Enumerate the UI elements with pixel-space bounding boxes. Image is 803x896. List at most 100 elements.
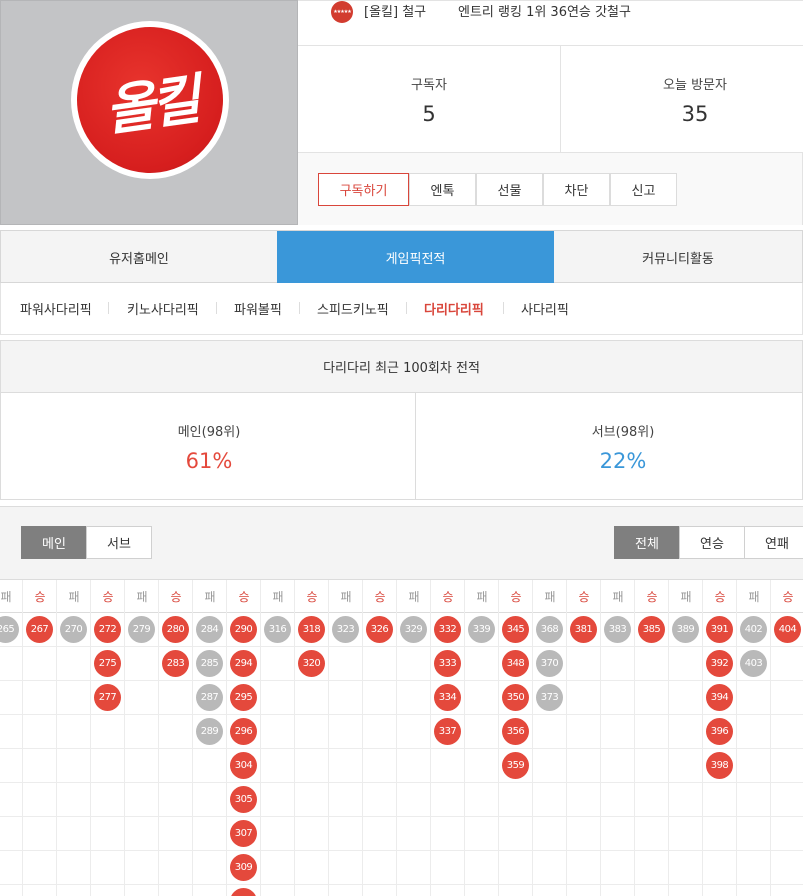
win-header: 승 xyxy=(635,580,669,613)
filter-win-streak-button[interactable]: 연승 xyxy=(679,526,745,559)
win-header: 승 xyxy=(431,580,465,613)
round-ball: 289 xyxy=(196,718,223,745)
grid-cell xyxy=(669,885,703,896)
result-column: 승 326 xyxy=(363,580,397,896)
grid-cell xyxy=(125,681,159,715)
grid-cell xyxy=(57,749,91,783)
grid-cell xyxy=(329,885,363,896)
subscribe-button[interactable]: 구독하기 xyxy=(318,173,409,206)
tab-speed-keno[interactable]: 스피드키노픽 xyxy=(317,283,389,333)
grid-cell xyxy=(669,817,703,851)
rank-text: 엔트리 랭킹 1위 36연승 갓철구 xyxy=(458,5,631,20)
loss-header: 패 xyxy=(57,580,91,613)
grid-cell xyxy=(635,647,669,681)
grid-cell xyxy=(703,851,737,885)
grid-cell xyxy=(0,885,23,896)
game-sub-tabs: 파워사다리픽 키노사다리픽 파워볼픽 스피드키노픽 다리다리픽 사다리픽 xyxy=(0,283,803,335)
round-ball: 277 xyxy=(94,684,121,711)
filter-sub-button[interactable]: 서브 xyxy=(86,526,152,559)
loss-header: 패 xyxy=(125,580,159,613)
grid-cell xyxy=(669,681,703,715)
filter-main-button[interactable]: 메인 xyxy=(21,526,87,559)
win-header: 승 xyxy=(159,580,193,613)
round-ball: 296 xyxy=(230,718,257,745)
tab-keno-ladder[interactable]: 키노사다리픽 xyxy=(127,283,199,333)
grid-cell: 339 xyxy=(465,613,499,647)
grid-cell xyxy=(261,681,295,715)
round-ball: 332 xyxy=(434,616,461,643)
filter-all-button[interactable]: 전체 xyxy=(614,526,680,559)
grid-cell xyxy=(601,715,635,749)
grid-cell xyxy=(329,647,363,681)
grid-cell xyxy=(295,885,329,896)
main-rate-label: 메인(98위) xyxy=(177,425,241,440)
grid-cell xyxy=(635,681,669,715)
grid-cell: 370 xyxy=(533,647,567,681)
round-ball: 348 xyxy=(502,650,529,677)
grid-cell: 305 xyxy=(227,783,261,817)
round-ball: 280 xyxy=(162,616,189,643)
round-ball: 404 xyxy=(774,616,801,643)
result-column: 승 391 392 394 396 398 xyxy=(703,580,737,896)
tab-powerball[interactable]: 파워볼픽 xyxy=(234,283,282,333)
grid-cell: 272 xyxy=(91,613,125,647)
tab-game-pick-record[interactable]: 게임픽전적 xyxy=(277,231,554,283)
round-ball: 318 xyxy=(298,616,325,643)
tab-power-ladder[interactable]: 파워사다리픽 xyxy=(20,283,92,333)
avatar-panel: 올킬 xyxy=(0,0,298,225)
subscriber-stat: 구독자 5 xyxy=(303,46,555,153)
round-ball: 337 xyxy=(434,718,461,745)
grid-cell xyxy=(329,783,363,817)
grid-cell xyxy=(771,783,803,817)
result-column: 패 323 xyxy=(329,580,363,896)
tab-user-home[interactable]: 유저홈메인 xyxy=(1,231,277,283)
grid-cell xyxy=(91,885,125,896)
grid-cell xyxy=(363,783,397,817)
grid-cell xyxy=(635,885,669,896)
grid-cell xyxy=(57,681,91,715)
report-button[interactable]: 신고 xyxy=(610,173,677,206)
loss-header: 패 xyxy=(261,580,295,613)
grid-cell xyxy=(329,817,363,851)
round-ball: 304 xyxy=(230,752,257,779)
round-ball: 333 xyxy=(434,650,461,677)
win-header: 승 xyxy=(771,580,803,613)
grid-cell xyxy=(125,885,159,896)
round-ball: 385 xyxy=(638,616,665,643)
message-button[interactable]: 엔톡 xyxy=(409,173,476,206)
grid-cell xyxy=(771,681,803,715)
result-column: 승 267 xyxy=(23,580,57,896)
grid-cell xyxy=(771,851,803,885)
round-ball: 279 xyxy=(128,616,155,643)
grid-cell xyxy=(125,715,159,749)
grid-cell xyxy=(397,715,431,749)
grid-cell xyxy=(0,647,23,681)
grid-cell: 280 xyxy=(159,613,193,647)
round-ball: 373 xyxy=(536,684,563,711)
tab-separator xyxy=(503,302,504,314)
tab-ladder[interactable]: 사다리픽 xyxy=(521,283,569,333)
grid-cell: 279 xyxy=(125,613,159,647)
grid-cell xyxy=(567,749,601,783)
grid-cell: 332 xyxy=(431,613,465,647)
grid-cell xyxy=(23,749,57,783)
grid-cell xyxy=(397,681,431,715)
round-ball: 285 xyxy=(196,650,223,677)
grid-cell xyxy=(601,681,635,715)
grid-cell: 383 xyxy=(601,613,635,647)
tab-community-activity[interactable]: 커뮤니티활동 xyxy=(554,231,802,283)
nickname: [올킬] 철구 xyxy=(364,5,427,20)
filter-loss-streak-button[interactable]: 연패 xyxy=(744,526,803,559)
grid-cell xyxy=(771,749,803,783)
gift-button[interactable]: 선물 xyxy=(476,173,543,206)
grid-cell: 381 xyxy=(567,613,601,647)
loss-header: 패 xyxy=(193,580,227,613)
grid-cell xyxy=(363,681,397,715)
block-button[interactable]: 차단 xyxy=(543,173,610,206)
round-ball: 265 xyxy=(0,616,19,643)
tab-dari-dari[interactable]: 다리다리픽 xyxy=(424,283,484,333)
grid-cell xyxy=(91,851,125,885)
grid-cell xyxy=(465,681,499,715)
grid-cell: 270 xyxy=(57,613,91,647)
win-header: 승 xyxy=(295,580,329,613)
